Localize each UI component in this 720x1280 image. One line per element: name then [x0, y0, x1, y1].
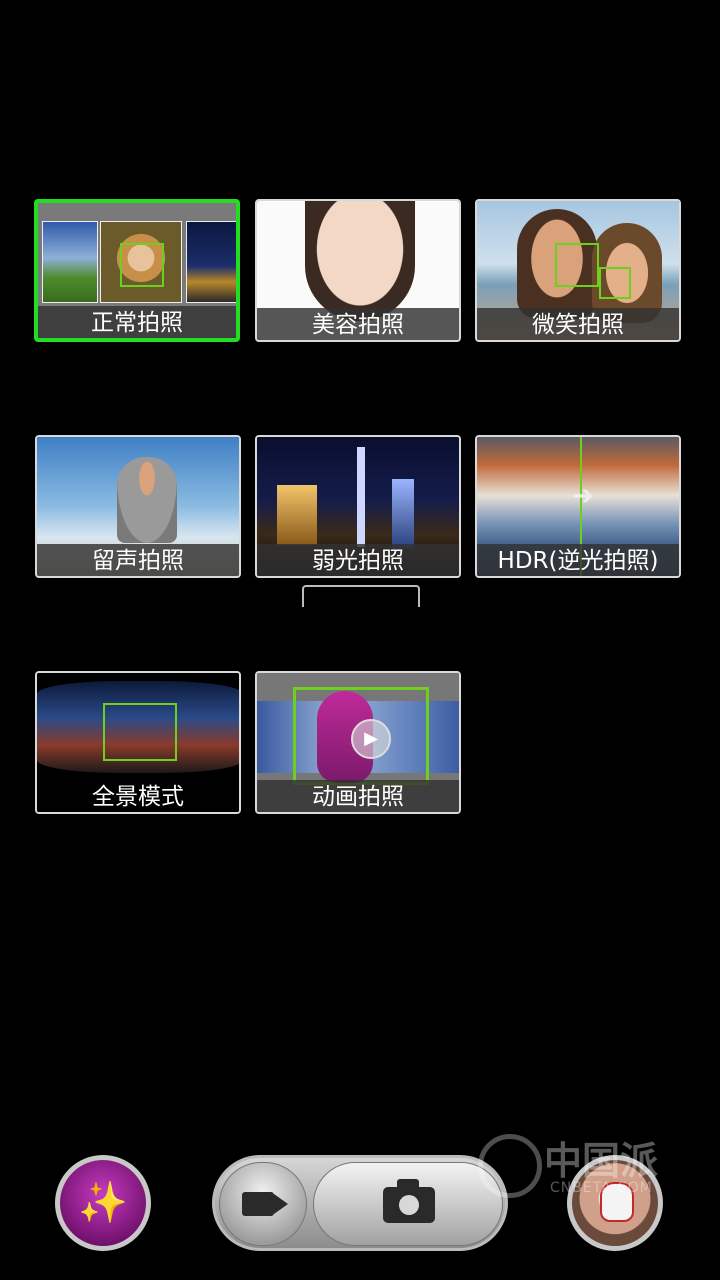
watermark: 中国派 CNBETA.COM — [470, 1128, 670, 1198]
video-mode-button[interactable] — [219, 1162, 307, 1246]
mode-tile-beauty[interactable]: 美容拍照 — [255, 199, 461, 342]
watermark-site: CNBETA.COM — [550, 1180, 653, 1196]
video-camera-icon — [242, 1192, 274, 1216]
mode-label: 留声拍照 — [37, 544, 239, 576]
magic-wand-icon: ✨ — [78, 1180, 128, 1226]
capture-switch[interactable] — [212, 1155, 508, 1251]
camera-icon — [383, 1179, 435, 1223]
mode-tile-smile[interactable]: 微笑拍照 — [475, 199, 681, 342]
mode-label: 正常拍照 — [38, 306, 236, 338]
watermark-logo-icon — [478, 1134, 542, 1198]
play-icon: ▶ — [351, 719, 391, 759]
mode-label: 全景模式 — [37, 780, 239, 812]
watermark-title: 中国派 — [544, 1139, 659, 1183]
mode-label: HDR(逆光拍照) — [477, 544, 679, 576]
mode-label: 动画拍照 — [257, 780, 459, 812]
mode-tile-animation[interactable]: ▶ 动画拍照 — [255, 671, 461, 814]
arrow-right-icon: ➔ — [572, 481, 594, 511]
mode-tile-voice[interactable]: 留声拍照 — [35, 435, 241, 578]
mode-label: 微笑拍照 — [477, 308, 679, 340]
mode-tile-hdr[interactable]: ➔ HDR(逆光拍照) — [475, 435, 681, 578]
mode-tile-normal[interactable]: 正常拍照 — [34, 199, 240, 342]
video-camera-lens — [274, 1194, 288, 1214]
mode-label: 美容拍照 — [257, 308, 459, 340]
effects-button[interactable]: ✨ — [55, 1155, 151, 1251]
focus-bracket — [302, 585, 420, 607]
mode-tile-panorama[interactable]: 全景模式 — [35, 671, 241, 814]
mode-tile-lowlight[interactable]: 弱光拍照 — [255, 435, 461, 578]
mode-label: 弱光拍照 — [257, 544, 459, 576]
